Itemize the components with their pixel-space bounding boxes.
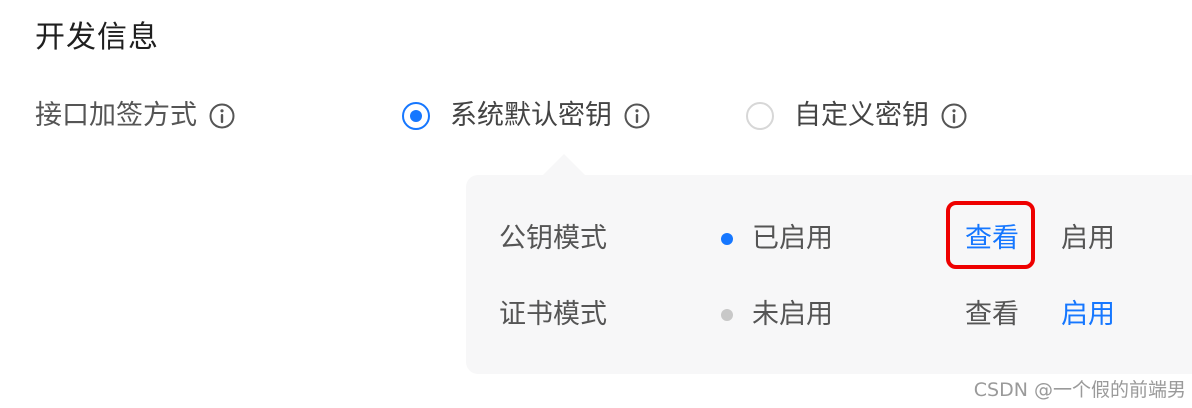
- status-dot-icon: [721, 309, 733, 321]
- radio-system-default-key[interactable]: 系统默认密钥: [402, 96, 650, 136]
- status-text: 未启用: [752, 299, 833, 330]
- key-mode-row-public-key: 公钥模式 已启用 查看 启用: [466, 217, 1192, 261]
- radio-checked-icon[interactable]: [402, 102, 430, 130]
- sign-method-label-text: 接口加签方式: [35, 100, 197, 131]
- enable-button[interactable]: 启用: [1061, 293, 1115, 337]
- watermark: CSDN @一个假的前端男: [973, 379, 1186, 401]
- key-mode-row-certificate: 证书模式 未启用 查看 启用: [466, 293, 1192, 337]
- red-highlight-annotation: [946, 201, 1035, 269]
- radio-unchecked-icon[interactable]: [746, 102, 774, 130]
- status-badge: 已启用: [721, 217, 833, 261]
- status-text: 已启用: [752, 223, 833, 254]
- radio-custom-key[interactable]: 自定义密钥: [746, 96, 967, 136]
- mode-name: 证书模式: [499, 299, 607, 330]
- view-button[interactable]: 查看: [965, 293, 1019, 337]
- info-icon[interactable]: [941, 103, 967, 129]
- info-icon[interactable]: [624, 103, 650, 129]
- status-dot-icon: [721, 233, 733, 245]
- mode-name: 公钥模式: [499, 223, 607, 254]
- panel-pointer-arrow: [542, 154, 586, 176]
- dev-info-page: 开发信息 接口加签方式 系统默认密钥 自定义密钥 公钥模式 已启用 查看 启用 …: [0, 0, 1192, 408]
- sign-method-label: 接口加签方式: [35, 96, 235, 136]
- status-badge: 未启用: [721, 293, 833, 337]
- section-title: 开发信息: [35, 20, 159, 55]
- radio-label-custom-key: 自定义密钥: [794, 100, 929, 131]
- enable-button[interactable]: 启用: [1061, 217, 1115, 261]
- info-icon[interactable]: [209, 103, 235, 129]
- radio-label-system-default-key: 系统默认密钥: [450, 100, 612, 131]
- key-mode-panel: 公钥模式 已启用 查看 启用 证书模式 未启用 查看 启用: [466, 175, 1192, 374]
